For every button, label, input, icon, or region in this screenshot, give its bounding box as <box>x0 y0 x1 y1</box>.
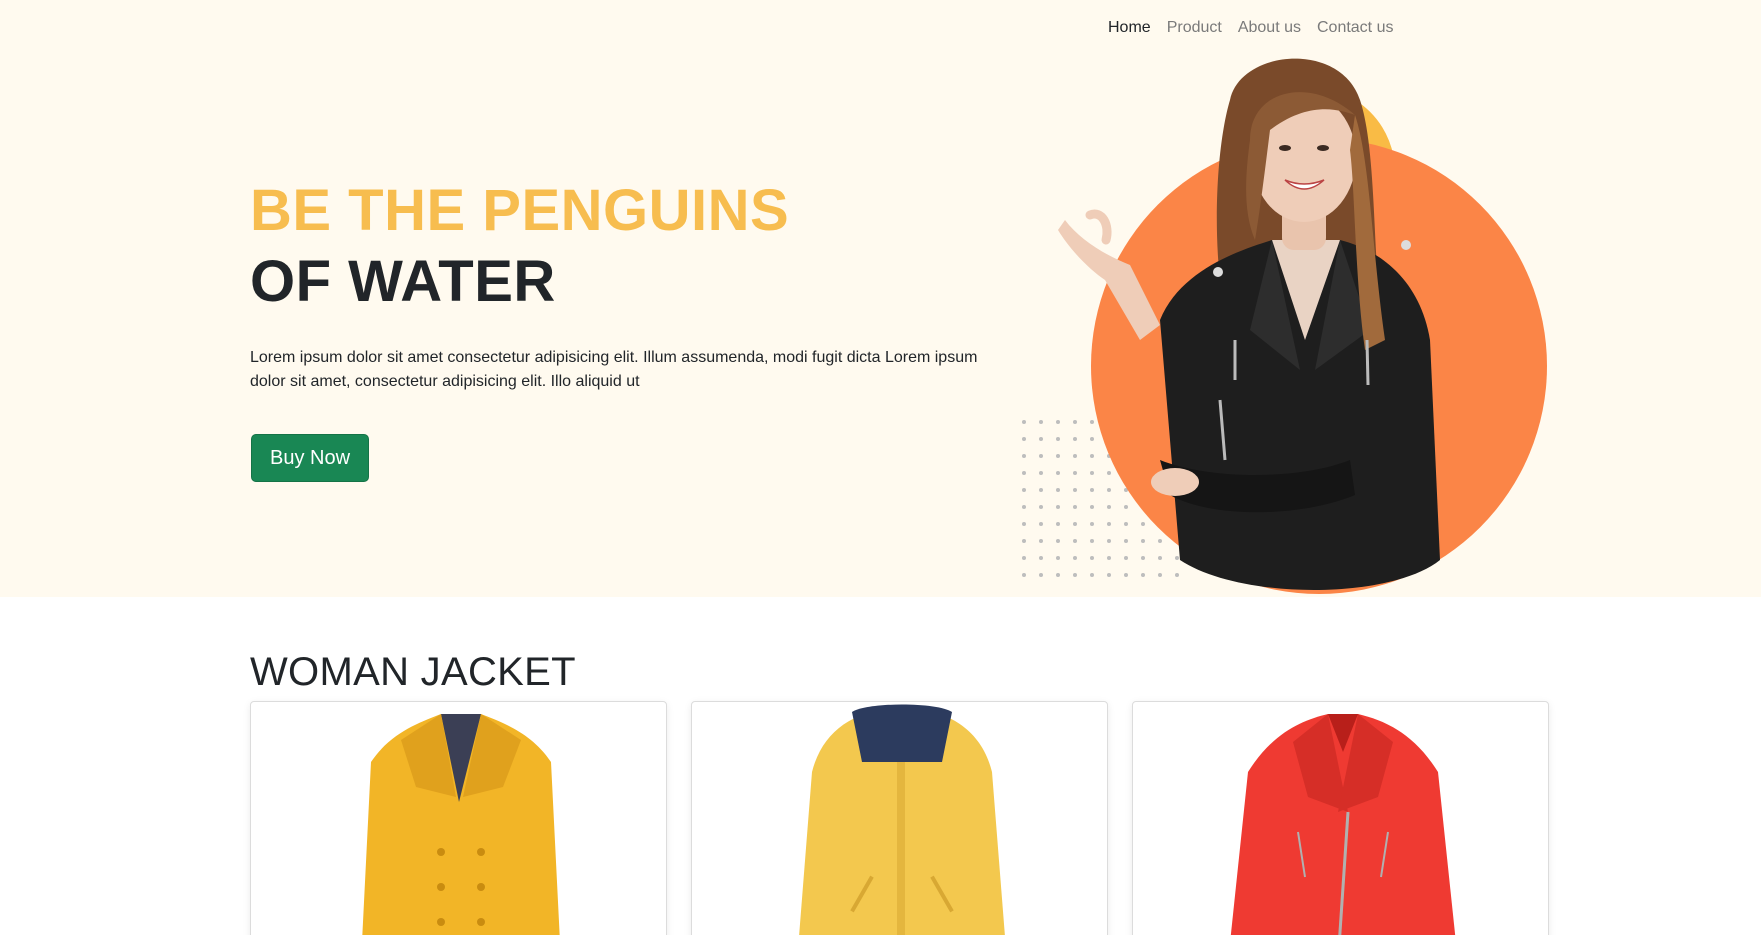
hero-illustration <box>1022 58 1547 594</box>
hero-headline-accent: BE THE PENGUINS <box>250 178 790 243</box>
product-card-yellow-coat[interactable] <box>250 701 667 935</box>
section-title: WOMAN JACKET <box>250 650 576 694</box>
nav-about-us[interactable]: About us <box>1230 16 1309 40</box>
hero-section: Home Product About us Contact us BE THE … <box>0 0 1761 597</box>
hero-image <box>1010 40 1570 597</box>
hero-headline: OF WATER <box>250 249 556 314</box>
product-card-list <box>250 701 1549 935</box>
yellow-raincoat-image <box>799 704 1005 935</box>
buy-now-button[interactable]: Buy Now <box>251 434 369 482</box>
hero-description: Lorem ipsum dolor sit amet consectetur a… <box>250 349 978 390</box>
yellow-coat-image <box>362 714 560 935</box>
product-card-yellow-raincoat[interactable] <box>691 701 1108 935</box>
product-card-red-leather-jacket[interactable] <box>1132 701 1549 935</box>
nav-contact-us[interactable]: Contact us <box>1309 16 1401 40</box>
red-leather-jacket-image <box>1230 714 1456 935</box>
nav-product[interactable]: Product <box>1159 16 1230 40</box>
nav-home[interactable]: Home <box>1100 16 1159 40</box>
main-nav: Home Product About us Contact us <box>1100 16 1401 40</box>
